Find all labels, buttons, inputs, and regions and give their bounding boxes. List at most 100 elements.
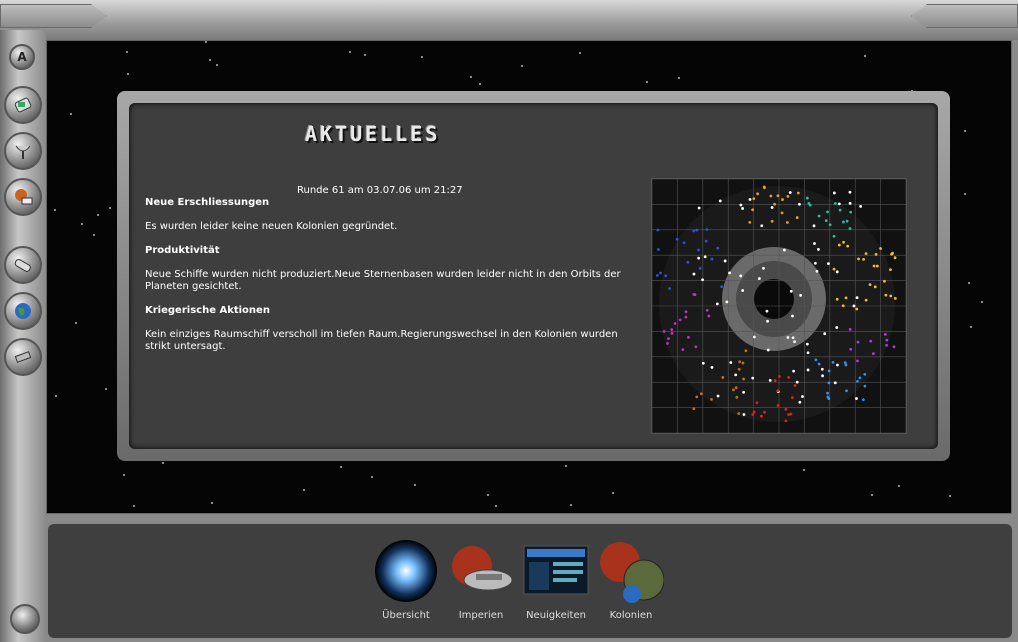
map-star	[766, 319, 769, 323]
map-star	[732, 388, 735, 392]
star	[646, 81, 649, 84]
map-star	[765, 309, 769, 313]
map-star	[697, 206, 701, 210]
map-star	[845, 389, 848, 393]
map-star	[788, 191, 792, 194]
map-star	[849, 347, 853, 351]
star	[340, 465, 343, 468]
sidebar-bottom-knob[interactable]	[10, 604, 40, 634]
map-star	[720, 285, 724, 289]
map-star	[836, 363, 839, 367]
map-star	[868, 283, 872, 287]
map-star	[755, 401, 759, 405]
map-star	[890, 252, 893, 256]
map-star	[852, 304, 856, 308]
star	[964, 129, 967, 132]
map-star	[884, 293, 888, 297]
map-star	[862, 257, 865, 261]
nav-neuigkeiten[interactable]: Neuigkeiten	[520, 538, 592, 621]
map-star	[813, 261, 817, 265]
map-star	[662, 330, 666, 333]
map-star	[790, 396, 794, 399]
map-star	[835, 326, 839, 329]
map-star	[863, 384, 867, 388]
galaxy-map[interactable]	[651, 178, 907, 434]
map-star	[655, 274, 659, 277]
ship-button[interactable]	[4, 338, 42, 376]
map-star	[848, 190, 852, 194]
map-star	[729, 361, 733, 364]
admin-button[interactable]: A	[9, 44, 35, 70]
map-star	[872, 264, 876, 268]
galaxy-icon	[373, 538, 439, 604]
map-star	[795, 380, 799, 384]
map-star	[751, 413, 755, 416]
section-heading: Produktivität	[145, 245, 220, 256]
map-star	[885, 343, 888, 347]
nav-uebersicht[interactable]: Übersicht	[373, 538, 439, 621]
map-star	[873, 285, 877, 289]
map-star	[848, 328, 852, 331]
map-star	[833, 202, 837, 205]
map-star	[875, 264, 879, 268]
map-star	[657, 248, 660, 251]
map-star	[793, 340, 796, 344]
map-star	[796, 191, 800, 195]
handheld-button[interactable]	[4, 86, 42, 124]
map-star	[710, 366, 714, 369]
star	[968, 281, 971, 284]
map-star	[828, 223, 832, 227]
map-star	[776, 194, 780, 198]
map-star	[741, 361, 745, 365]
star	[364, 53, 367, 56]
map-star	[769, 194, 773, 198]
map-star	[675, 237, 679, 241]
map-star	[844, 363, 848, 367]
map-star	[848, 201, 852, 205]
map-star	[859, 204, 863, 208]
nav-label: Übersicht	[382, 610, 430, 621]
map-star	[791, 314, 794, 318]
map-star	[704, 239, 708, 243]
map-star	[776, 389, 780, 393]
map-star	[826, 210, 829, 214]
galaxy-map-graphic	[652, 179, 906, 433]
map-star	[664, 274, 668, 278]
map-star	[734, 373, 738, 377]
map-star	[770, 206, 774, 209]
page-title: AKTUELLES	[305, 122, 441, 146]
map-star	[701, 278, 705, 282]
map-star	[856, 340, 860, 344]
star	[570, 504, 573, 507]
star	[303, 488, 306, 491]
nav-kolonien[interactable]: Kolonien	[597, 538, 665, 621]
map-star	[824, 219, 828, 222]
map-star	[833, 381, 837, 385]
globe-button[interactable]	[4, 292, 42, 330]
map-star	[752, 197, 756, 201]
map-star	[751, 208, 755, 212]
top-frame	[0, 0, 1018, 40]
satellite-button[interactable]	[4, 132, 42, 170]
star	[611, 492, 614, 495]
star	[970, 326, 973, 329]
star	[75, 321, 78, 324]
planet-book-button[interactable]	[4, 178, 42, 216]
phone-button[interactable]	[4, 246, 42, 284]
star	[579, 52, 582, 55]
nav-imperien[interactable]: Imperien	[446, 538, 516, 621]
star	[421, 55, 424, 58]
ship-icon	[14, 351, 32, 363]
map-star	[784, 419, 788, 423]
map-star	[806, 368, 810, 372]
map-star	[725, 300, 729, 304]
map-star	[673, 322, 677, 325]
map-star	[817, 214, 821, 218]
map-star	[820, 367, 824, 371]
map-star	[827, 369, 831, 373]
map-star	[728, 271, 731, 275]
map-star	[798, 202, 801, 206]
map-star	[744, 349, 748, 353]
map-star	[821, 374, 824, 378]
map-star	[686, 260, 690, 264]
